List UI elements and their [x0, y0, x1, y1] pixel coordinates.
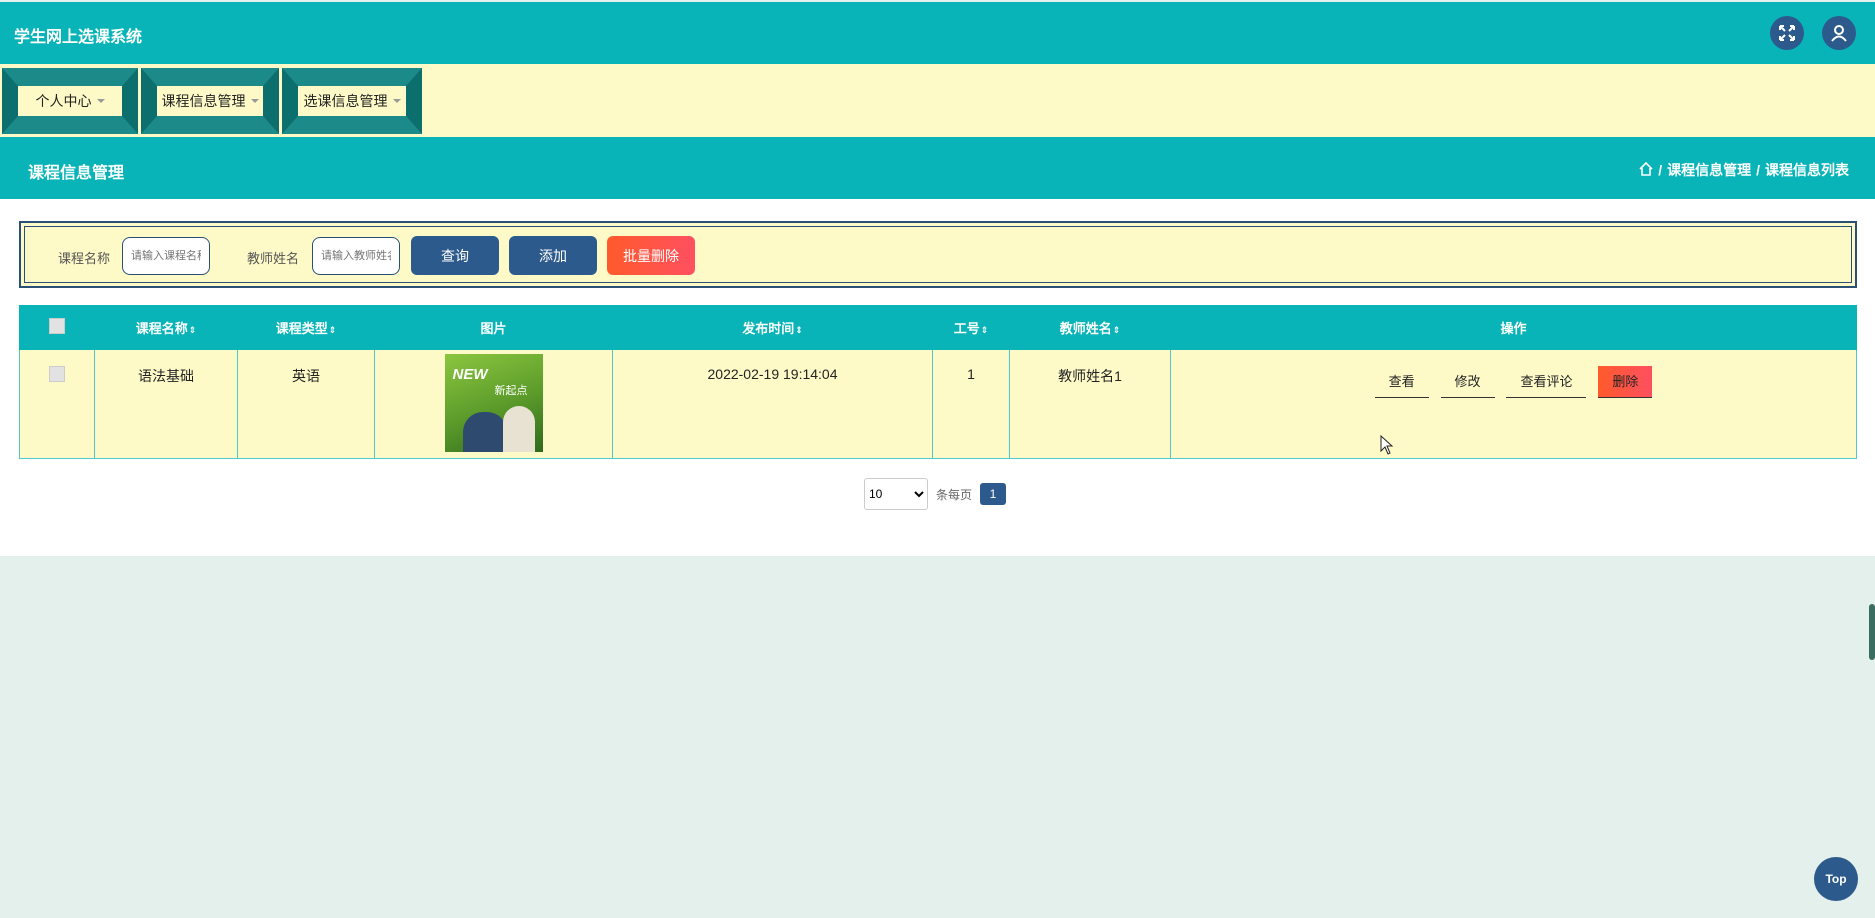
page-header: 课程信息管理 / 课程信息管理 / 课程信息列表 — [0, 137, 1875, 199]
view-comments-button[interactable]: 查看评论 — [1506, 366, 1587, 398]
edit-button[interactable]: 修改 — [1440, 366, 1495, 398]
sort-icon[interactable]: ⇕ — [981, 325, 989, 335]
search-panel: 课程名称 教师姓名 查询 添加 批量删除 — [19, 221, 1857, 288]
sort-icon[interactable]: ⇕ — [329, 325, 337, 335]
publish-time-cell: 2022-02-19 19:14:04 — [612, 349, 933, 459]
column-image: 图片 — [374, 305, 613, 350]
pagination: 10 条每页 1 — [864, 478, 1007, 510]
delete-button[interactable]: 删除 — [1598, 366, 1653, 398]
course-type-cell: 英语 — [237, 349, 375, 459]
teacher-name-input[interactable] — [312, 237, 400, 275]
column-job-no[interactable]: 工号⇕ — [932, 305, 1010, 350]
per-page-label: 条每页 — [936, 487, 973, 502]
view-button[interactable]: 查看 — [1374, 366, 1429, 398]
menu-course-info[interactable]: 课程信息管理 — [141, 68, 279, 134]
query-button[interactable]: 查询 — [411, 236, 499, 275]
column-label: 课程类型 — [275, 321, 328, 336]
job-no-cell: 1 — [932, 349, 1010, 459]
breadcrumb-sep: / — [1756, 162, 1760, 178]
column-publish-time[interactable]: 发布时间⇕ — [612, 305, 933, 350]
scrollbar-thumb[interactable] — [1869, 604, 1875, 660]
column-label: 图片 — [480, 321, 507, 336]
course-name-input[interactable] — [122, 237, 210, 275]
expand-icon[interactable] — [1770, 16, 1804, 50]
app-title: 学生网上选课系统 — [14, 29, 143, 46]
sort-icon[interactable]: ⇕ — [1113, 325, 1121, 335]
breadcrumb-item-course-list: 课程信息列表 — [1765, 162, 1849, 178]
actions-cell: 查看 修改 查看评论 删除 — [1170, 349, 1857, 459]
teacher-name-cell: 教师姓名1 — [1009, 349, 1171, 459]
menu-label: 选课信息管理 — [303, 93, 388, 109]
course-table: 课程名称⇕ 课程类型⇕ 图片 发布时间⇕ 工号⇕ 教师姓名⇕ 操作 语法基础 英… — [19, 305, 1857, 459]
image-cell: NEW 新起点 — [374, 349, 613, 459]
menu-label: 课程信息管理 — [161, 93, 246, 109]
column-label: 课程名称 — [135, 321, 188, 336]
select-all-header[interactable] — [19, 305, 95, 350]
select-all-checkbox[interactable] — [49, 318, 65, 334]
teacher-name-label: 教师姓名 — [247, 251, 300, 266]
sort-icon[interactable]: ⇕ — [795, 325, 803, 335]
page-size-select[interactable]: 10 — [864, 478, 928, 510]
column-actions: 操作 — [1170, 305, 1857, 350]
add-button[interactable]: 添加 — [509, 236, 597, 275]
column-label: 操作 — [1500, 321, 1527, 336]
course-cover-image: NEW 新起点 — [444, 354, 543, 452]
table-row: 语法基础 英语 NEW 新起点 2022-02-19 19:14:04 1 教师… — [19, 349, 1857, 459]
breadcrumb-sep: / — [1658, 162, 1663, 178]
column-course-name[interactable]: 课程名称⇕ — [94, 305, 238, 350]
page-number-button[interactable]: 1 — [980, 483, 1007, 505]
course-name-cell: 语法基础 — [94, 349, 238, 459]
sort-icon[interactable]: ⇕ — [189, 325, 197, 335]
cover-subtitle: 新起点 — [494, 385, 528, 397]
row-select-cell — [19, 349, 95, 459]
chevron-down-icon — [392, 99, 401, 103]
table-header-row: 课程名称⇕ 课程类型⇕ 图片 发布时间⇕ 工号⇕ 教师姓名⇕ 操作 — [19, 305, 1857, 350]
column-course-type[interactable]: 课程类型⇕ — [237, 305, 375, 350]
column-label: 发布时间 — [742, 321, 795, 336]
mouse-cursor-icon — [1380, 434, 1394, 460]
column-teacher-name[interactable]: 教师姓名⇕ — [1009, 305, 1171, 350]
batch-delete-button[interactable]: 批量删除 — [607, 236, 695, 275]
breadcrumb: / 课程信息管理 / 课程信息列表 — [1639, 160, 1849, 180]
main-menu-bar: 个人中心 课程信息管理 选课信息管理 — [0, 64, 1875, 137]
column-label: 教师姓名 — [1059, 321, 1112, 336]
back-to-top-button[interactable]: Top — [1814, 857, 1858, 901]
cover-title: NEW — [452, 366, 488, 383]
user-icon[interactable] — [1822, 16, 1856, 50]
menu-selection-info[interactable]: 选课信息管理 — [282, 68, 422, 134]
column-label: 工号 — [953, 321, 980, 336]
row-checkbox[interactable] — [49, 366, 65, 382]
breadcrumb-item-course-info[interactable]: 课程信息管理 — [1667, 160, 1751, 180]
menu-label: 个人中心 — [35, 93, 92, 109]
page-title: 课程信息管理 — [28, 165, 125, 182]
chevron-down-icon — [250, 99, 259, 103]
home-icon[interactable] — [1639, 161, 1653, 179]
menu-personal-center[interactable]: 个人中心 — [2, 68, 138, 134]
course-name-label: 课程名称 — [58, 251, 111, 266]
chevron-down-icon — [96, 99, 105, 103]
top-header-bar: 学生网上选课系统 — [0, 2, 1875, 64]
